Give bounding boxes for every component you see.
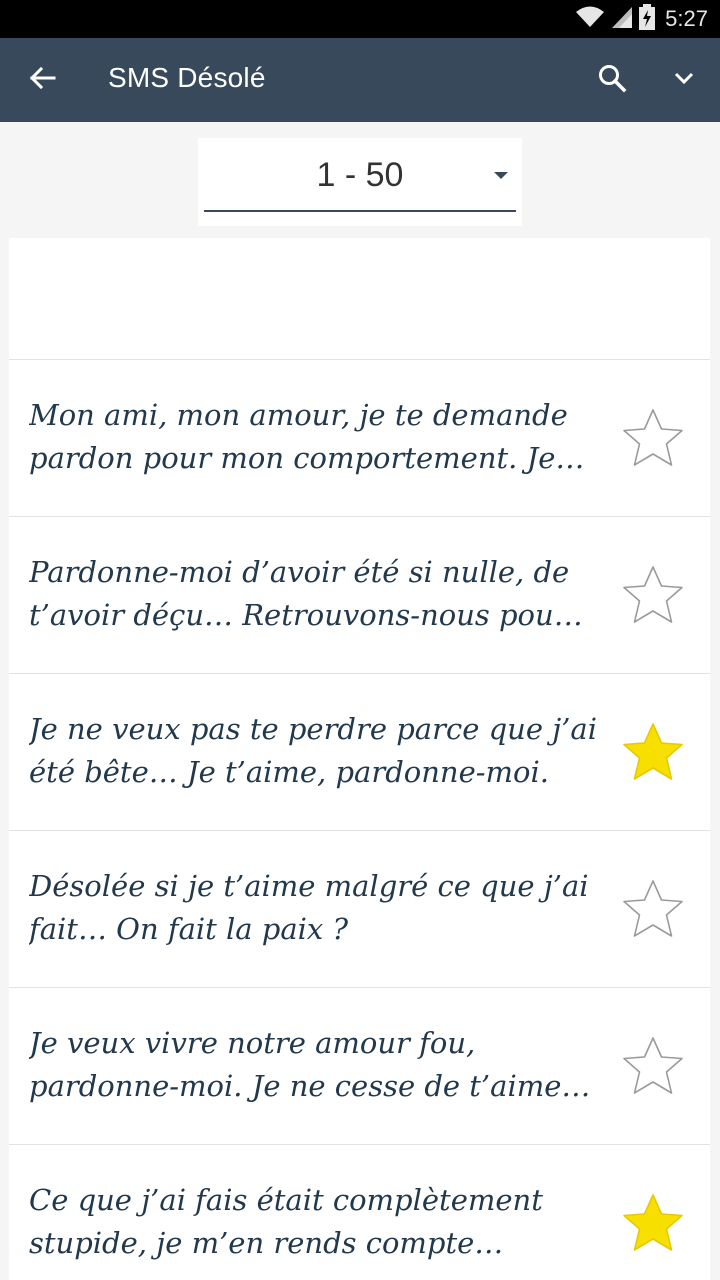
message-text: Pardonne-moi d’avoir été si nulle, de t’… xyxy=(29,555,583,632)
range-value: 1 - 50 xyxy=(316,156,404,194)
message-list: Mon ami, mon amour, je te demande pardon… xyxy=(9,238,710,1280)
message-item[interactable]: Je ne veux pas te perdre parce que j’ai … xyxy=(9,674,710,831)
dropdown-button[interactable] xyxy=(664,60,704,100)
range-dropdown[interactable]: 1 - 50 xyxy=(204,138,516,212)
message-item[interactable]: Je veux vivre notre amour fou, pardonne-… xyxy=(9,988,710,1145)
dropdown-caret-icon xyxy=(494,172,508,179)
message-item[interactable]: Pardonne-moi d’avoir été si nulle, de t’… xyxy=(9,517,710,674)
star-outline-icon[interactable] xyxy=(621,1034,685,1098)
range-selector-container: 1 - 50 xyxy=(198,138,522,226)
wifi-icon xyxy=(575,5,605,34)
star-outline-icon[interactable] xyxy=(621,563,685,627)
cell-signal-icon xyxy=(611,5,633,34)
star-filled-icon[interactable] xyxy=(621,720,685,784)
app-bar: SMS Désolé xyxy=(0,38,720,122)
status-time: 5:27 xyxy=(665,6,708,31)
star-outline-icon[interactable] xyxy=(621,877,685,941)
message-text: Je ne veux pas te perdre parce que j’ai … xyxy=(29,712,597,789)
search-button[interactable] xyxy=(592,60,632,100)
star-filled-icon[interactable] xyxy=(621,1191,685,1255)
status-icons: 5:27 xyxy=(575,3,708,35)
message-text: Désolée si je t’aime malgré ce que j’ai … xyxy=(29,869,589,946)
ad-banner-area xyxy=(9,238,710,360)
message-text: Mon ami, mon amour, je te demande pardon… xyxy=(29,398,585,475)
message-text: Ce que j’ai fais était complètement stup… xyxy=(29,1183,543,1260)
battery-charging-icon xyxy=(639,3,656,35)
chevron-down-icon xyxy=(672,66,696,95)
search-icon xyxy=(597,63,627,98)
arrow-back-icon xyxy=(28,64,56,97)
status-bar: 5:27 xyxy=(0,0,720,38)
message-item[interactable]: Ce que j’ai fais était complètement stup… xyxy=(9,1145,710,1280)
app-title: SMS Désolé xyxy=(108,62,266,93)
message-text: Je veux vivre notre amour fou, pardonne-… xyxy=(29,1026,591,1103)
star-outline-icon[interactable] xyxy=(621,406,685,470)
message-item[interactable]: Désolée si je t’aime malgré ce que j’ai … xyxy=(9,831,710,988)
back-button[interactable] xyxy=(22,60,62,100)
message-item[interactable]: Mon ami, mon amour, je te demande pardon… xyxy=(9,360,710,517)
